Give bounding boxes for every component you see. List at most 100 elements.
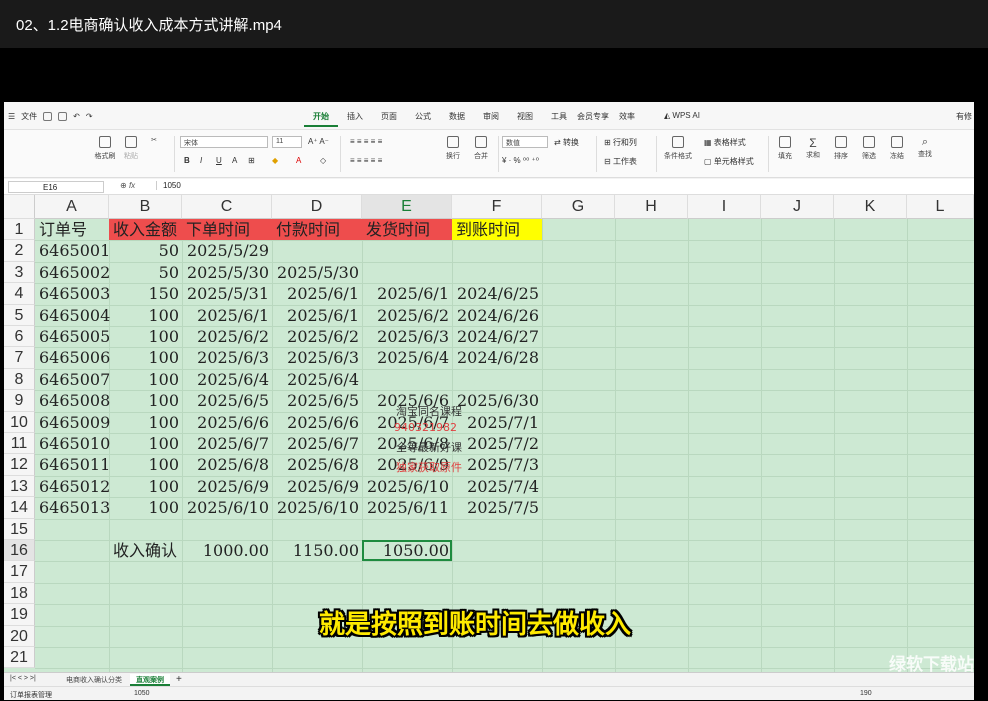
italic-button[interactable]: I <box>200 156 202 165</box>
row-header[interactable]: 14 <box>4 497 35 519</box>
table-cell[interactable]: 100 <box>109 497 182 518</box>
column-header[interactable]: L <box>907 195 974 219</box>
column-header[interactable]: J <box>761 195 834 219</box>
table-cell[interactable]: 6465009 <box>35 412 110 433</box>
table-cell[interactable]: 6465010 <box>35 433 110 454</box>
sheet-tab[interactable]: 电商收入确认分类 <box>60 674 128 686</box>
format-painter-button[interactable]: 格式刷 <box>92 136 118 161</box>
align-top-icon[interactable]: ≡ ≡ ≡ ≡ ≡ <box>350 137 382 146</box>
table-cell[interactable]: 6465002 <box>35 262 110 283</box>
table-cell[interactable]: 6465011 <box>35 454 110 475</box>
filter-button[interactable]: 筛选 <box>858 136 880 161</box>
row-header[interactable]: 7 <box>4 347 35 369</box>
header-cell[interactable]: 收入金额 <box>109 219 182 241</box>
font-grow-button[interactable]: A⁺ A⁻ <box>308 137 329 146</box>
row-header[interactable]: 15 <box>4 518 35 540</box>
table-cell[interactable]: 100 <box>109 390 182 411</box>
row-header[interactable]: 18 <box>4 582 35 605</box>
table-style-button[interactable]: ▦ 表格样式 <box>704 137 746 148</box>
column-header[interactable]: G <box>542 195 615 219</box>
sheet-grid[interactable]: A B C D E F G H I J K L 1 2 3 4 5 6 7 8 9 10 11 12 13 14 15 16 17 18 1… <box>4 195 974 673</box>
table-cell[interactable]: 2025/6/9 <box>272 476 362 497</box>
column-header[interactable]: D <box>272 195 362 219</box>
table-cell[interactable]: 50 <box>109 240 182 261</box>
row-header[interactable]: 10 <box>4 411 35 433</box>
table-cell[interactable]: 2025/6/4 <box>362 347 452 368</box>
row-header[interactable]: 8 <box>4 368 35 391</box>
cut-button[interactable]: ✂ <box>146 136 162 144</box>
table-cell[interactable]: 2025/6/6 <box>272 412 362 433</box>
table-cell[interactable]: 2025/5/31 <box>182 283 272 304</box>
table-cell[interactable]: 6465012 <box>35 476 110 497</box>
table-cell[interactable]: 150 <box>109 283 182 304</box>
table-cell[interactable]: 100 <box>109 433 182 454</box>
table-cell[interactable]: 2024/6/28 <box>452 347 542 368</box>
table-cell[interactable]: 2025/6/5 <box>182 390 272 411</box>
table-cell[interactable]: 6465005 <box>35 326 110 347</box>
menu-icon[interactable]: ☰ <box>8 112 15 121</box>
redo-icon[interactable]: ↷ <box>86 112 93 121</box>
table-cell[interactable]: 2025/5/29 <box>182 240 272 261</box>
table-cell[interactable]: 2025/6/10 <box>272 497 362 518</box>
table-cell[interactable]: 2025/6/3 <box>182 347 272 368</box>
sheet-tab[interactable]: 直观案例 <box>130 674 170 686</box>
row-header[interactable]: 11 <box>4 433 35 455</box>
column-header[interactable]: I <box>688 195 761 219</box>
row-header[interactable]: 17 <box>4 561 35 583</box>
table-cell[interactable]: 2025/7/1 <box>452 412 542 433</box>
header-cell[interactable]: 付款时间 <box>272 219 362 241</box>
table-cell[interactable]: 2025/7/4 <box>452 476 542 497</box>
sort-button[interactable]: 排序 <box>830 136 852 161</box>
table-cell[interactable]: 2025/5/30 <box>182 262 272 283</box>
table-cell[interactable]: 100 <box>109 454 182 475</box>
header-cell[interactable]: 发货时间 <box>362 219 452 241</box>
wrap-button[interactable]: 换行 <box>440 136 466 161</box>
strikethrough-button[interactable]: A <box>232 156 237 165</box>
table-cell[interactable]: 2025/6/2 <box>182 326 272 347</box>
table-cell[interactable]: 2025/6/3 <box>272 347 362 368</box>
clear-icon[interactable]: ◇ <box>320 156 326 165</box>
header-cell[interactable]: 订单号 <box>35 219 109 240</box>
ribbon-tab[interactable]: 审阅 <box>474 111 508 127</box>
table-cell[interactable]: 100 <box>109 326 182 347</box>
table-cell[interactable]: 6465013 <box>35 497 110 518</box>
formula-input[interactable]: 1050 <box>156 181 181 190</box>
ribbon-tab[interactable]: 页面 <box>372 111 406 127</box>
table-cell[interactable]: 2024/6/27 <box>452 326 542 347</box>
table-cell[interactable]: 2025/6/30 <box>452 390 542 411</box>
add-sheet-button[interactable]: + <box>176 674 182 685</box>
row-header[interactable]: 5 <box>4 304 35 326</box>
rows-cols-button[interactable]: ⊞ 行和列 <box>604 137 637 148</box>
row-header[interactable]: 20 <box>4 625 35 647</box>
header-cell[interactable]: 到账时间 <box>452 219 542 241</box>
column-header[interactable]: E <box>362 195 452 219</box>
fill-button[interactable]: 填充 <box>774 136 796 161</box>
table-cell[interactable]: 6465004 <box>35 305 110 326</box>
ribbon-tab[interactable]: 数据 <box>440 111 474 127</box>
table-cell[interactable]: 2025/6/8 <box>182 454 272 475</box>
column-header[interactable]: H <box>615 195 688 219</box>
conditional-format-button[interactable]: 条件格式 <box>660 136 696 161</box>
table-cell[interactable]: 100 <box>109 347 182 368</box>
fill-color-icon[interactable]: ◆ <box>272 156 278 165</box>
font-name-select[interactable]: 宋体 <box>180 136 268 148</box>
convert-button[interactable]: ⇄ 转换 <box>554 137 579 148</box>
currency-icon[interactable]: ¥ · % ⁰⁰ ⁺⁰ <box>502 156 539 165</box>
file-menu[interactable]: 文件 <box>21 111 37 122</box>
summary-label[interactable]: 收入确认 <box>109 540 182 561</box>
column-header[interactable]: F <box>452 195 542 219</box>
table-cell[interactable]: 2025/6/5 <box>272 390 362 411</box>
row-header[interactable]: 19 <box>4 604 35 626</box>
table-cell[interactable]: 2025/7/5 <box>452 497 542 518</box>
summary-cell[interactable]: 1000.00 <box>182 540 272 561</box>
table-cell[interactable]: 2025/6/3 <box>362 326 452 347</box>
number-format-select[interactable]: 数值 <box>502 136 548 148</box>
user-area[interactable]: 有修 <box>956 111 972 122</box>
worksheet-button[interactable]: ⊟ 工作表 <box>604 156 637 167</box>
ribbon-tab[interactable]: 开始 <box>304 111 338 127</box>
border-icon[interactable]: ⊞ <box>248 156 255 165</box>
table-cell[interactable]: 100 <box>109 412 182 433</box>
wps-ai-tab[interactable]: ◭ WPS AI <box>654 111 710 127</box>
row-header[interactable]: 13 <box>4 475 35 498</box>
table-cell[interactable]: 2025/6/8 <box>272 454 362 475</box>
